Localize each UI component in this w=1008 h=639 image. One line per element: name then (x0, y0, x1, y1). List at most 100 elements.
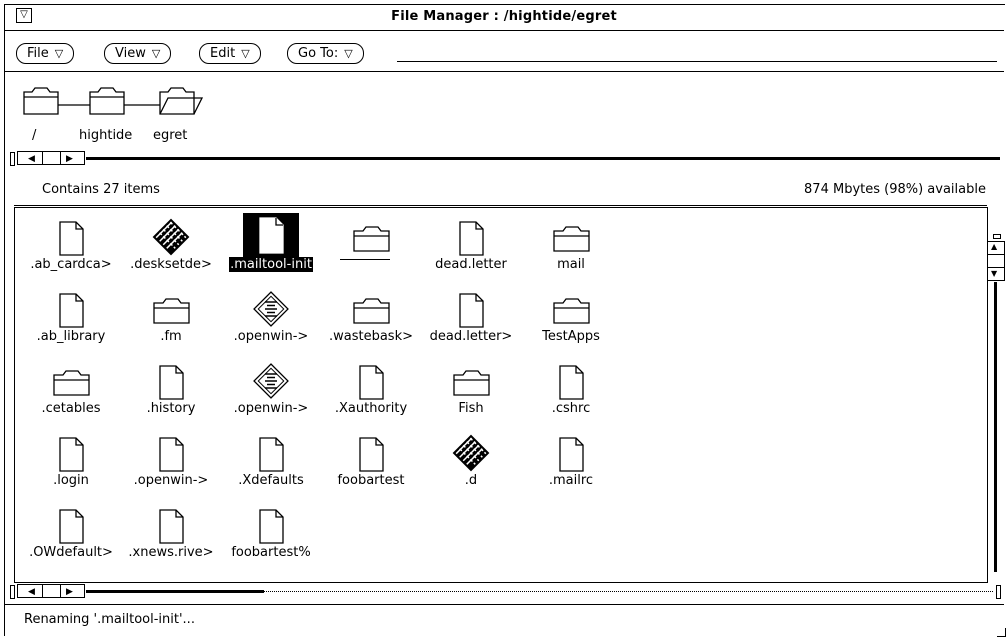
file-item[interactable]: .d (416, 433, 526, 488)
file-item[interactable]: Fish (416, 361, 526, 416)
file-item[interactable]: foobartest (316, 433, 426, 488)
file-item[interactable]: .ab_library (16, 289, 126, 344)
file-name-label: .history (146, 401, 196, 416)
rename-field-underline (340, 259, 390, 260)
document-icon (16, 217, 126, 257)
document-icon (216, 213, 326, 257)
script-icon (216, 289, 326, 329)
window-title: File Manager : /hightide/egret (391, 9, 617, 24)
document-icon (516, 361, 626, 401)
file-item[interactable]: foobartest% (216, 505, 326, 560)
file-name-label: foobartest (337, 473, 405, 488)
edit-menu-label: Edit (210, 46, 236, 61)
file-item[interactable]: .openwin-> (116, 433, 226, 488)
folder-icon (116, 289, 226, 329)
file-item[interactable]: .fm (116, 289, 226, 344)
goto-input[interactable] (397, 61, 997, 62)
file-name-label: dead.letter (435, 257, 507, 272)
file-item[interactable]: .ab_cardca> (16, 217, 126, 272)
file-item[interactable]: .mailrc (516, 433, 626, 488)
file-menu-button[interactable]: File ▽ (16, 43, 75, 64)
document-icon (316, 433, 426, 473)
path-scrollbar[interactable]: ◀ ▶ (10, 151, 1004, 166)
item-count: Contains 27 items (42, 182, 160, 197)
scrollbar-cable-anchor (10, 152, 15, 166)
folder-icon (89, 87, 125, 115)
scrollbar-elevator[interactable]: ◀ ▶ (17, 151, 85, 165)
file-name-label: .fm (160, 329, 182, 344)
scroll-down-icon[interactable]: ▼ (991, 269, 997, 278)
chevron-down-icon: ▽ (344, 47, 353, 60)
breadcrumb (22, 84, 212, 124)
file-name-label: .cshrc (551, 401, 591, 416)
file-name-label: .OWdefault> (29, 545, 113, 560)
file-name-label[interactable]: .mailtool-init (216, 257, 326, 272)
file-item[interactable]: .history (116, 361, 226, 416)
folder-icon (316, 217, 426, 257)
file-item[interactable]: .Xauthority (316, 361, 426, 416)
view-menu-button[interactable]: View ▽ (104, 43, 172, 64)
file-name-label: .mailrc (548, 473, 594, 488)
document-icon (116, 361, 226, 401)
scrollbar-elevator[interactable]: ◀ ▶ (17, 584, 85, 598)
file-item[interactable]: .wastebask> (316, 289, 426, 344)
goto-menu-label: Go To: (298, 46, 339, 61)
file-item[interactable]: .openwin-> (216, 289, 326, 344)
window-resize-corner[interactable] (997, 628, 1006, 637)
path-segment-hightide[interactable]: hightide (79, 128, 132, 143)
file-item[interactable]: mail (516, 217, 626, 272)
document-icon (16, 505, 126, 545)
menubar-divider (5, 71, 1004, 72)
chevron-down-icon: ▽ (241, 47, 250, 60)
file-item[interactable]: .cshrc (516, 361, 626, 416)
file-name-label: Fish (458, 401, 484, 416)
edit-menu-button[interactable]: Edit ▽ (199, 43, 261, 64)
file-item[interactable]: .Xdefaults (216, 433, 326, 488)
scrollbar-elevator[interactable]: ▲ ▼ (987, 241, 1005, 281)
file-pane-vscrollbar[interactable]: ▲ ▼ (987, 234, 1005, 581)
file-item[interactable]: .mailtool-init (216, 213, 326, 272)
folder-icon (516, 289, 626, 329)
document-icon (416, 289, 526, 329)
file-item[interactable] (316, 217, 426, 257)
file-name-label: TestApps (542, 329, 600, 344)
view-menu-label: View (115, 46, 146, 61)
folder-icon (516, 217, 626, 257)
file-item[interactable]: .desksetde> (116, 217, 226, 272)
file-item[interactable]: .OWdefault> (16, 505, 126, 560)
file-name-label: .d (464, 473, 478, 488)
file-item[interactable]: .xnews.rive> (116, 505, 226, 560)
document-icon (516, 433, 626, 473)
goto-menu-button[interactable]: Go To: ▽ (287, 43, 364, 64)
scroll-left-icon[interactable]: ◀ (28, 154, 35, 164)
sun-app-icon (116, 217, 226, 257)
pane-hscrollbar[interactable]: ◀ ▶ (10, 584, 1004, 599)
file-item[interactable]: TestApps (516, 289, 626, 344)
file-name-label: .openwin-> (233, 329, 309, 344)
scroll-up-icon[interactable]: ▲ (991, 242, 997, 251)
sun-app-icon (416, 433, 526, 473)
footer-message: Renaming '.mailtool-init'... (24, 612, 195, 627)
file-grid: .ab_cardca> .desksetde> .mailtool-init dead… (14, 207, 986, 581)
file-menu-label: File (27, 46, 49, 61)
scroll-right-icon[interactable]: ▶ (66, 587, 73, 597)
scrollbar-cable-filled (86, 590, 264, 593)
path-segment-egret[interactable]: egret (153, 128, 187, 143)
chevron-down-icon: ▽ (54, 47, 64, 60)
scroll-left-icon[interactable]: ◀ (28, 587, 35, 597)
rename-input[interactable]: .mailtool-init (229, 257, 313, 272)
script-icon (216, 361, 326, 401)
path-segment-root[interactable]: / (32, 128, 36, 143)
folder-icon (316, 289, 426, 329)
file-item[interactable]: .login (16, 433, 126, 488)
file-item[interactable]: .cetables (16, 361, 126, 416)
file-item[interactable]: .openwin-> (216, 361, 326, 416)
file-item[interactable]: dead.letter> (416, 289, 526, 344)
disk-space: 874 Mbytes (98%) available (804, 182, 986, 197)
scroll-right-icon[interactable]: ▶ (66, 154, 73, 164)
file-name-label: .Xdefaults (238, 473, 304, 488)
file-item[interactable]: dead.letter (416, 217, 526, 272)
file-name-label: dead.letter> (429, 329, 513, 344)
scrollbar-cable (264, 591, 994, 592)
document-icon (16, 289, 126, 329)
